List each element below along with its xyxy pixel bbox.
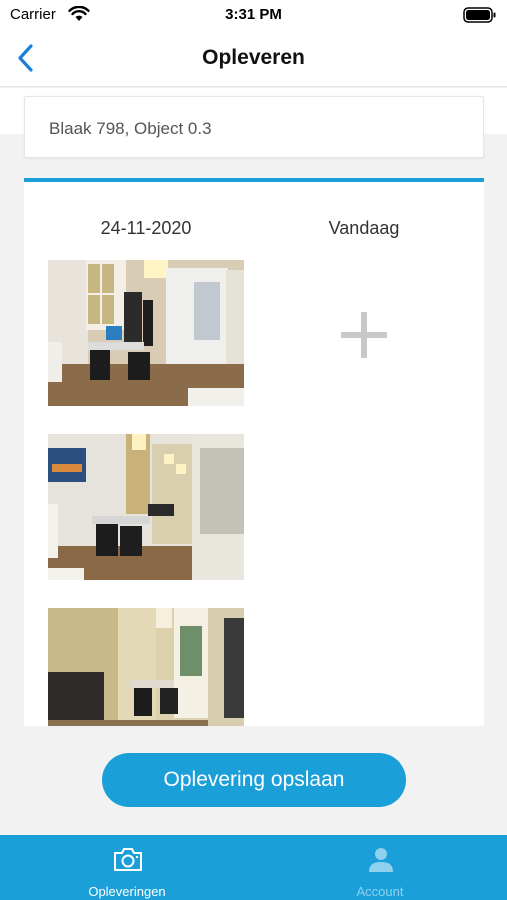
office-photo-3-image [48,608,244,726]
person-icon [369,848,393,872]
tab-account[interactable]: Account [253,835,507,900]
photo-comparison-card: 24-11-2020 Vandaag [24,178,484,726]
save-delivery-button[interactable]: Oplevering opslaan [102,753,406,807]
address-card: Blaak 798, Object 0.3 [24,96,484,158]
tab-opleveringen[interactable]: Opleveringen [0,835,254,900]
address-text: Blaak 798, Object 0.3 [49,119,212,138]
tab-label-account: Account [356,884,404,899]
navigation-bar: Opleveren [0,30,507,87]
plus-icon [341,312,387,358]
status-time: 3:31 PM [225,6,282,23]
office-photo-1[interactable] [48,260,244,406]
battery-icon [463,7,496,23]
previous-date-header: 24-11-2020 [100,218,192,238]
add-photo-button[interactable] [314,285,414,385]
camera-icon [114,848,142,871]
tab-label-opleveringen: Opleveringen [88,884,166,899]
status-bar: Carrier 3:31 PM [0,0,507,30]
page-title: Opleveren [202,46,305,69]
office-photo-2-image [48,434,244,580]
office-photo-3[interactable] [48,608,244,726]
office-photo-1-image [48,260,244,406]
tab-bar: Opleveringen Account [0,835,507,900]
office-photo-2[interactable] [48,434,244,580]
today-header: Vandaag [328,218,400,238]
